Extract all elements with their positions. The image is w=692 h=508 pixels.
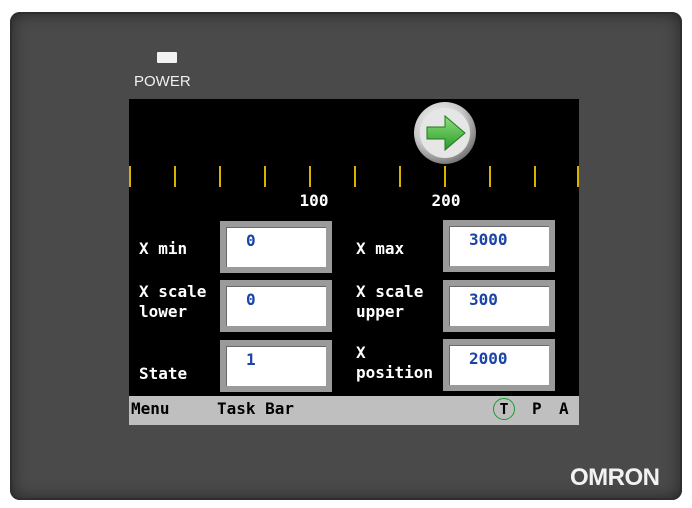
x-scale-upper-label: X scale upper [356, 282, 424, 321]
task-bar: Menu Task Bar T P A [129, 396, 579, 425]
t-indicator[interactable]: T [493, 398, 515, 420]
task-bar-label: Task Bar [217, 399, 295, 418]
x-min-field[interactable]: 0 [220, 221, 332, 273]
state-label: State [139, 364, 188, 383]
menu-button[interactable]: Menu [131, 399, 170, 418]
x-scale-upper-value: 300 [469, 290, 498, 309]
scale-tick [534, 166, 536, 187]
scale-label-100: 100 [299, 191, 329, 210]
x-min-value: 0 [246, 231, 256, 250]
p-indicator[interactable]: P [532, 399, 542, 418]
x-scale-lower-field[interactable]: 0 [220, 280, 332, 332]
x-position-field[interactable]: 2000 [443, 339, 555, 391]
x-max-field[interactable]: 3000 [443, 220, 555, 272]
scale-tick [489, 166, 491, 187]
right-arrow-icon[interactable] [413, 101, 477, 165]
scale-tick [219, 166, 221, 187]
scale-tick [444, 166, 446, 187]
x-scale-lower-value: 0 [246, 290, 256, 309]
state-value: 1 [246, 350, 256, 369]
x-scale-upper-field[interactable]: 300 [443, 280, 555, 332]
scale-tick [399, 166, 401, 187]
x-scale: 100 200 [129, 99, 579, 219]
scale-tick [354, 166, 356, 187]
x-max-label: X max [356, 239, 405, 258]
x-max-value: 3000 [469, 230, 508, 249]
scale-tick [264, 166, 266, 187]
power-led [157, 52, 177, 63]
power-label: POWER [134, 73, 191, 90]
scale-tick [174, 166, 176, 187]
state-field[interactable]: 1 [220, 340, 332, 392]
scale-tick [309, 166, 311, 187]
brand-logo: OMRON [570, 464, 660, 491]
scale-label-200: 200 [431, 191, 461, 210]
x-scale-lower-label: X scale lower [139, 282, 207, 321]
hmi-screen: 100 200 X min 0 X max 3000 X scale lower… [129, 99, 579, 425]
x-min-label: X min [139, 239, 188, 258]
scale-tick [577, 166, 579, 187]
x-position-label: X position [356, 343, 434, 382]
scale-tick [129, 166, 131, 187]
x-position-value: 2000 [469, 349, 508, 368]
a-indicator[interactable]: A [559, 399, 569, 418]
